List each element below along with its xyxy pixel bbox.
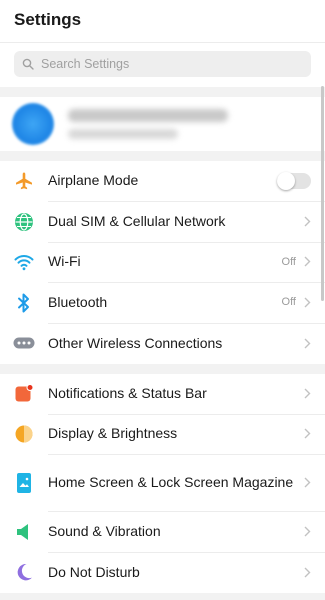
- header: Settings: [0, 0, 325, 42]
- airplane-mode-toggle[interactable]: [277, 171, 311, 190]
- notifications-icon: [15, 383, 34, 402]
- bluetooth-label: Bluetooth: [48, 293, 108, 310]
- avatar: [12, 103, 54, 145]
- chevron-right-icon: [304, 256, 311, 267]
- display-brightness-row[interactable]: Display & Brightness: [0, 414, 325, 455]
- chevron-right-icon: [304, 297, 311, 308]
- chevron-right-icon: [304, 477, 311, 488]
- scrollbar[interactable]: [321, 86, 324, 301]
- do-not-disturb-row[interactable]: Do Not Disturb: [0, 552, 325, 593]
- bluetooth-status: Off: [281, 296, 296, 309]
- airplane-mode-row[interactable]: Airplane Mode: [0, 161, 325, 202]
- chevron-right-icon: [304, 567, 311, 578]
- account-info-blurred: [68, 109, 228, 139]
- sound-icon: [17, 523, 28, 540]
- chevron-right-icon: [304, 428, 311, 439]
- search-icon: [22, 58, 34, 70]
- notifications-row[interactable]: Notifications & Status Bar: [0, 374, 325, 415]
- wifi-row[interactable]: Wi-Fi Off: [0, 242, 325, 283]
- sound-label: Sound & Vibration: [48, 522, 161, 539]
- other-wireless-label: Other Wireless Connections: [48, 334, 223, 351]
- search-input[interactable]: Search Settings: [14, 51, 311, 77]
- chevron-right-icon: [304, 526, 311, 537]
- notifications-label: Notifications & Status Bar: [48, 384, 207, 401]
- search-bar-container: Search Settings: [0, 42, 325, 87]
- wifi-status: Off: [281, 255, 296, 268]
- search-placeholder: Search Settings: [41, 57, 130, 71]
- account-row[interactable]: [0, 97, 325, 151]
- bluetooth-row[interactable]: Bluetooth Off: [0, 283, 325, 324]
- display-brightness-label: Display & Brightness: [48, 425, 178, 442]
- bluetooth-icon: [18, 293, 29, 313]
- chevron-right-icon: [304, 388, 311, 399]
- airplane-mode-label: Airplane Mode: [48, 172, 139, 189]
- wifi-label: Wi-Fi: [48, 253, 81, 270]
- dual-sim-label: Dual SIM & Cellular Network: [48, 212, 226, 229]
- dual-sim-row[interactable]: Dual SIM & Cellular Network: [0, 202, 325, 243]
- moon-icon: [17, 564, 32, 581]
- airplane-icon: [16, 172, 32, 190]
- more-icon: [13, 337, 35, 349]
- brightness-icon: [15, 425, 33, 443]
- globe-icon: [15, 212, 33, 231]
- chevron-right-icon: [304, 338, 311, 349]
- home-screen-row[interactable]: Home Screen & Lock Screen Magazine: [0, 455, 325, 512]
- other-wireless-row[interactable]: Other Wireless Connections: [0, 323, 325, 364]
- home-screen-label: Home Screen & Lock Screen Magazine: [48, 474, 294, 490]
- page-title: Settings: [14, 10, 82, 29]
- display-group: Notifications & Status Bar Display & Bri…: [0, 373, 325, 593]
- sound-row[interactable]: Sound & Vibration: [0, 512, 325, 553]
- do-not-disturb-label: Do Not Disturb: [48, 563, 140, 580]
- wifi-icon: [14, 255, 34, 271]
- connectivity-group: Airplane Mode Dual SIM & Cellular Networ…: [0, 161, 325, 364]
- chevron-right-icon: [304, 216, 311, 227]
- home-screen-icon: [17, 473, 31, 493]
